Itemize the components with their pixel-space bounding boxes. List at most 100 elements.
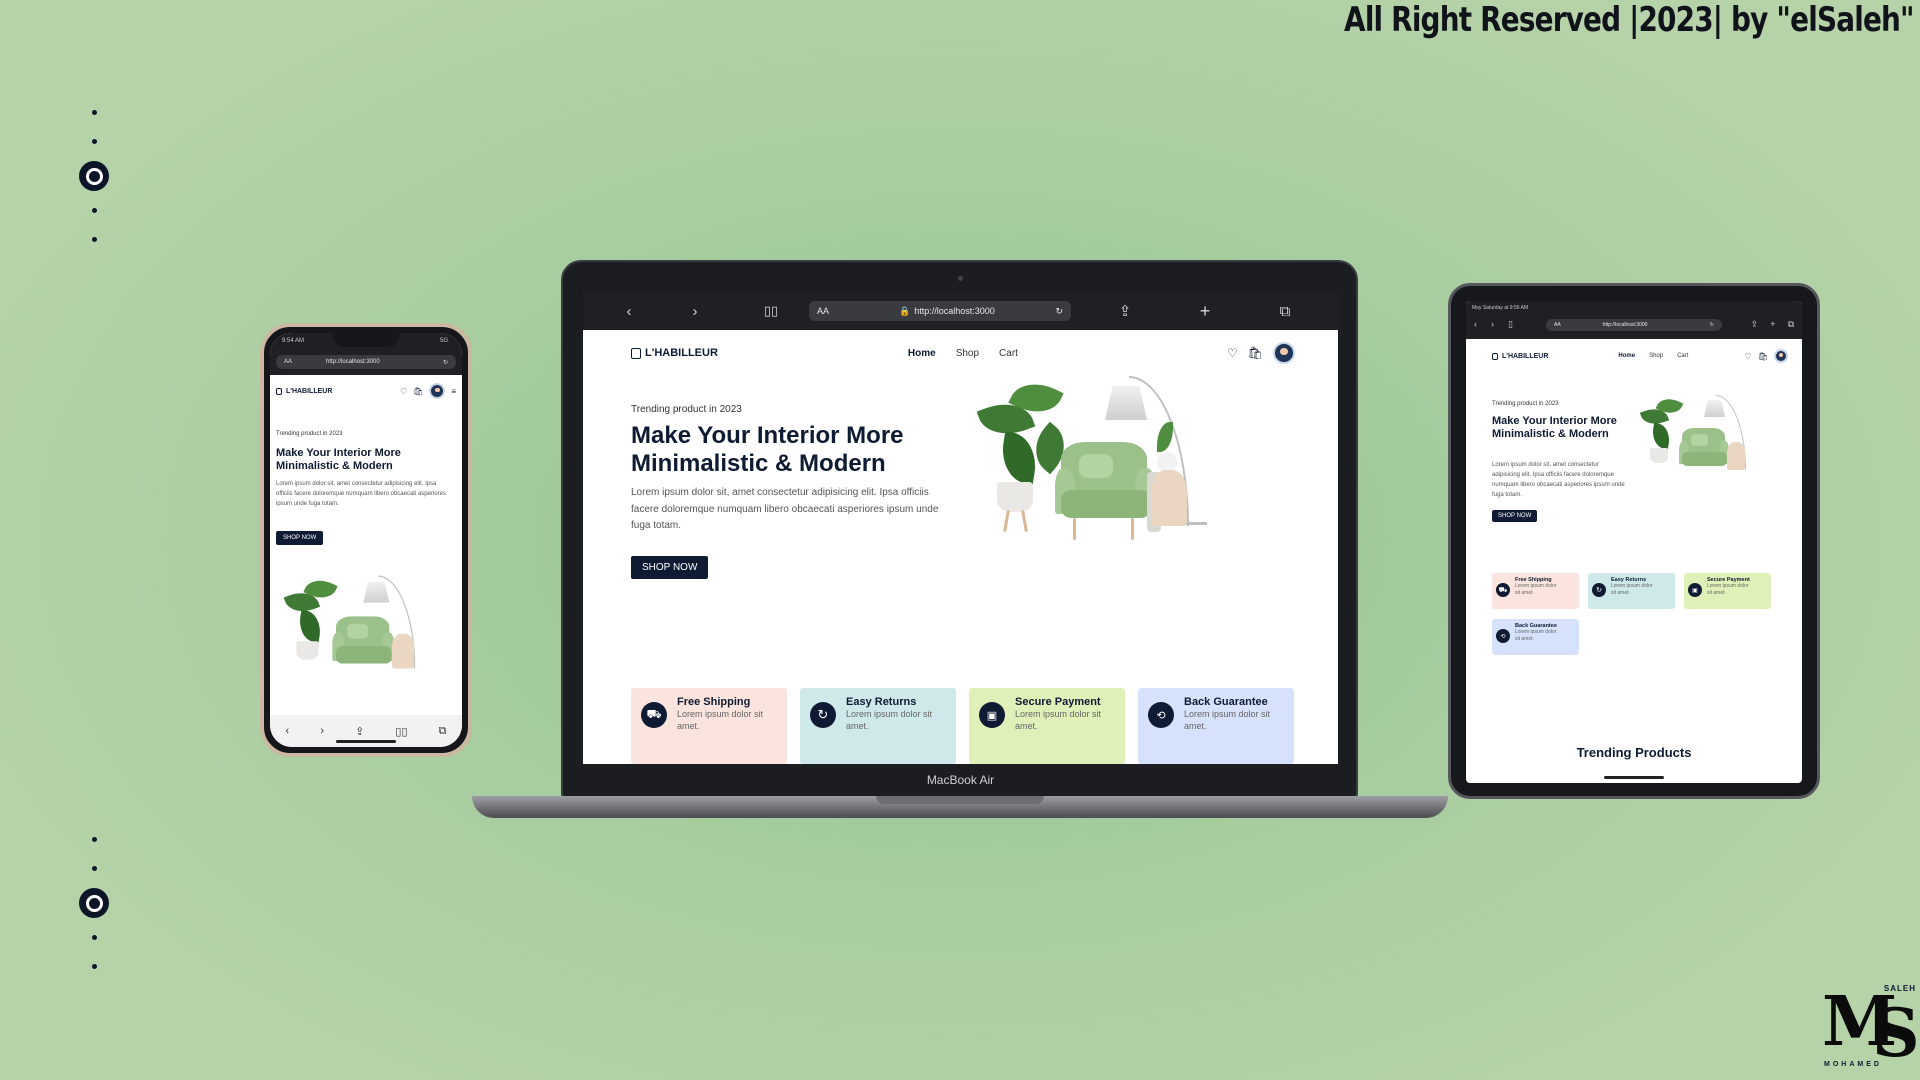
text-size-button[interactable]: AA: [284, 359, 292, 365]
forward-icon[interactable]: ›: [320, 725, 324, 737]
nav-dot[interactable]: [91, 110, 97, 115]
site-navbar: L'HABILLEUR Home Shop Cart ♡ 🛍: [631, 342, 1295, 364]
shop-now-button[interactable]: SHOP NOW: [276, 531, 324, 545]
home-indicator: [336, 740, 396, 743]
new-tab-icon[interactable]: +: [1187, 301, 1223, 322]
reload-icon[interactable]: ↻: [1710, 322, 1714, 328]
share-icon[interactable]: ⇪: [355, 725, 364, 738]
tabs-icon[interactable]: ⧉: [439, 725, 447, 738]
phone-navbar: L'HABILLEUR ♡ 🛍 ≡: [276, 383, 456, 399]
forward-icon[interactable]: ›: [1491, 319, 1494, 330]
home-indicator: [1604, 776, 1664, 779]
shop-now-button[interactable]: SHOP NOW: [1492, 510, 1538, 522]
hero-body: Lorem ipsum dolor sit, amet consectetur …: [631, 487, 939, 531]
tablet-status: May Saturday at 9:56 AM: [1472, 305, 1529, 311]
feature-desc: Lorem ipsum dolor sit amet.: [846, 709, 933, 732]
shop-now-button[interactable]: SHOP NOW: [631, 556, 709, 579]
back-icon[interactable]: ‹: [611, 303, 647, 320]
feature-card-payment[interactable]: ▣ Secure Payment Lorem ipsum dolor sit am…: [1684, 573, 1771, 609]
tablet-screen: May Saturday at 9:56 AM ‹ › ▯ AA http://…: [1466, 301, 1802, 783]
nav-dot[interactable]: [91, 208, 97, 213]
feature-cards: ⛟ Free Shipping Lorem ipsum dolor sit ame…: [1492, 573, 1782, 655]
back-icon[interactable]: ‹: [1474, 319, 1477, 330]
nav-link-cart[interactable]: Cart: [1677, 353, 1688, 359]
laptop-screen: ‹ › ▯▯ AA 🔒 http://localhost:3000 ↻ ⇪ + …: [583, 292, 1338, 764]
feature-card-shipping[interactable]: ⛟ Free Shipping Lorem ipsum dolor sit ame…: [1492, 573, 1579, 609]
nav-link-shop[interactable]: Shop: [1649, 353, 1663, 359]
new-tab-icon[interactable]: +: [1770, 319, 1775, 330]
share-icon[interactable]: ⇪: [1107, 302, 1143, 320]
avatar[interactable]: [1273, 342, 1295, 364]
nav-link-shop[interactable]: Shop: [956, 348, 979, 359]
nav-dot[interactable]: [91, 237, 97, 242]
hero-eyebrow: Trending product in 2023: [631, 404, 742, 415]
avatar[interactable]: [1774, 349, 1788, 363]
feature-card-guarantee[interactable]: ⟲ Back Guarantee Lorem ipsum dolor sit am…: [1492, 619, 1579, 655]
site-logo[interactable]: L'HABILLEUR: [276, 387, 333, 395]
nav-dot-active[interactable]: [79, 888, 109, 918]
nav-dot[interactable]: [91, 866, 97, 871]
bookmarks-icon[interactable]: ▯▯: [753, 303, 789, 319]
heart-icon[interactable]: ♡: [400, 387, 407, 396]
cart-icon[interactable]: 🛍: [1758, 352, 1768, 361]
copyright-credit: All Right Reserved |2023| by "elSaleh": [1344, 0, 1915, 40]
phone-mockup: 9:54 AM 5G AA http://localhost:3000 ↻ L'…: [260, 323, 472, 757]
dot-navigation-bottom: [76, 825, 112, 981]
feature-card-shipping[interactable]: ⛟ Free Shipping Lorem ipsum dolor sit am…: [631, 688, 787, 764]
bag-icon: [276, 387, 282, 395]
brand-name: L'HABILLEUR: [286, 387, 333, 395]
nav-links: Home Shop Cart: [908, 348, 1018, 359]
feature-desc: Lorem ipsum dolor sit amet.: [1184, 709, 1271, 732]
phone-screen: 9:54 AM 5G AA http://localhost:3000 ↻ L'…: [270, 333, 462, 747]
cart-icon[interactable]: 🛍: [1248, 346, 1263, 360]
url-text: http://localhost:3000: [1602, 322, 1648, 328]
feature-card-returns[interactable]: ↻ Easy Returns Lorem ipsum dolor sit amet…: [1588, 573, 1675, 609]
hero-image: [274, 573, 416, 669]
nav-dot[interactable]: [91, 139, 97, 144]
feature-card-payment[interactable]: ▣ Secure Payment Lorem ipsum dolor sit a…: [969, 688, 1125, 764]
hero-body: Lorem ipsum dolor sit, amet consectetur …: [1492, 462, 1625, 498]
nav-dot-active[interactable]: [79, 161, 109, 191]
forward-icon[interactable]: ›: [677, 303, 713, 320]
reload-icon[interactable]: ↻: [443, 359, 448, 366]
tabs-icon[interactable]: ⧉: [1267, 303, 1303, 320]
feature-card-returns[interactable]: ↻ Easy Returns Lorem ipsum dolor sit ame…: [800, 688, 956, 764]
reload-icon[interactable]: ↻: [1055, 306, 1063, 317]
tablet-address-bar[interactable]: AA http://localhost:3000 ↻: [1546, 319, 1722, 331]
feature-desc: Lorem ipsum dolor sit amet.: [677, 709, 764, 732]
brand-name: L'HABILLEUR: [1502, 352, 1549, 360]
nav-link-home[interactable]: Home: [1618, 353, 1635, 359]
feature-card-guarantee[interactable]: ⟲ Back Guarantee Lorem ipsum dolor sit a…: [1138, 688, 1294, 764]
site-logo[interactable]: L'HABILLEUR: [631, 347, 718, 359]
feature-cards: ⛟ Free Shipping Lorem ipsum dolor sit am…: [631, 688, 1295, 764]
bookmarks-icon[interactable]: ▯▯: [395, 725, 407, 738]
menu-icon[interactable]: ≡: [451, 387, 456, 396]
avatar[interactable]: [429, 383, 446, 399]
dot-navigation-top: [76, 98, 112, 254]
phone-address-bar[interactable]: AA http://localhost:3000 ↻: [276, 355, 456, 369]
hero-eyebrow: Trending product in 2023: [276, 431, 343, 437]
text-size-button[interactable]: AA: [817, 306, 829, 316]
text-size-button[interactable]: AA: [1554, 322, 1561, 328]
refresh-icon: ↻: [1592, 583, 1606, 597]
address-bar[interactable]: AA 🔒 http://localhost:3000 ↻: [809, 301, 1071, 321]
bookmarks-icon[interactable]: ▯: [1508, 319, 1513, 330]
nav-link-home[interactable]: Home: [908, 348, 936, 359]
feature-title: Secure Payment: [1015, 696, 1101, 708]
hero-image: [961, 372, 1221, 552]
tabs-icon[interactable]: ⧉: [1788, 319, 1794, 330]
back-icon[interactable]: ‹: [286, 725, 290, 737]
cart-icon[interactable]: 🛍: [413, 387, 423, 396]
nav-dot[interactable]: [91, 837, 97, 842]
hero-headline: Make Your Interior More Minimalistic & M…: [1492, 415, 1617, 440]
hero-headline: Make Your Interior More Minimalistic & M…: [631, 422, 904, 478]
share-icon[interactable]: ⇪: [1751, 319, 1759, 330]
site-logo[interactable]: L'HABILLEUR: [1492, 352, 1549, 360]
nav-dot[interactable]: [91, 935, 97, 940]
nav-link-cart[interactable]: Cart: [999, 348, 1018, 359]
heart-icon[interactable]: ♡: [1227, 346, 1238, 360]
nav-dot[interactable]: [91, 964, 97, 969]
hero-body: Lorem ipsum dolor sit, amet consectetur …: [276, 481, 446, 507]
feature-title: Back Guarantee: [1184, 696, 1268, 708]
heart-icon[interactable]: ♡: [1745, 352, 1752, 361]
